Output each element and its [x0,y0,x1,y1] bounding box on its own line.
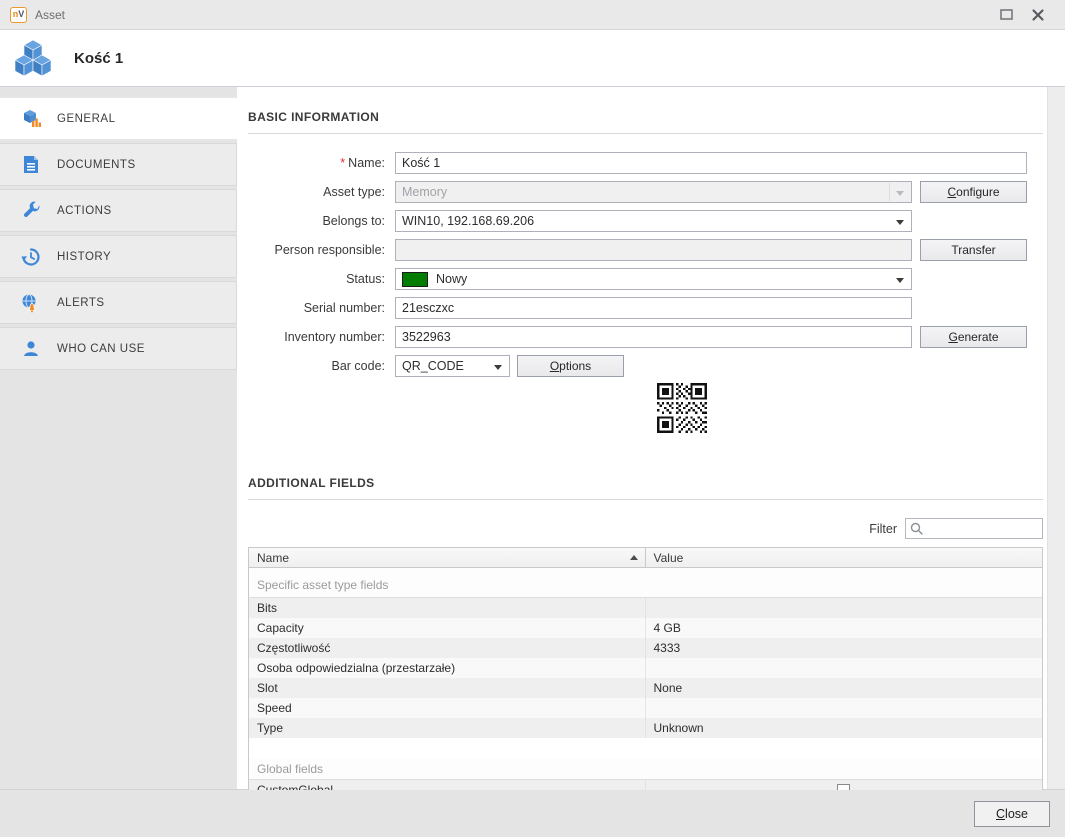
inventory-number-input[interactable] [395,326,912,348]
tab-documents[interactable]: DOCUMENTS [0,143,237,186]
filter-row: Filter [248,518,1043,539]
chevron-down-icon [494,365,502,370]
asset-type-row: Asset type: Memory Configure [248,181,1043,203]
additional-fields-title: ADDITIONAL FIELDS [248,476,1043,490]
page-title: Kość 1 [74,50,123,67]
column-header-value[interactable]: Value [646,548,1043,567]
tab-history[interactable]: HISTORY [0,235,237,278]
bar-code-label: Bar code: [248,359,385,373]
bar-code-row: Bar code: QR_CODE Options [248,355,1043,377]
asset-header: Kość 1 [0,30,1065,87]
table-row[interactable]: Capacity 4 GB [249,618,1042,638]
belongs-to-label: Belongs to: [248,214,385,228]
person-responsible-row: Person responsible: Transfer [248,239,1043,261]
belongs-to-combo[interactable]: WIN10, 192.168.69.206 [395,210,912,232]
section-divider [248,499,1043,500]
asset-window: nV Asset [0,0,1065,837]
cube-chart-icon [21,109,41,129]
chevron-down-icon [896,278,904,283]
options-button[interactable]: Options [517,355,624,377]
close-window-button[interactable] [1025,4,1051,26]
nvision-logo-icon: nV [10,7,27,23]
asset-type-label: Asset type: [248,185,385,199]
titlebar: nV Asset [0,0,1065,30]
vertical-scrollbar[interactable] [1047,87,1065,789]
maximize-button[interactable] [993,4,1019,26]
belongs-to-row: Belongs to: WIN10, 192.168.69.206 [248,210,1043,232]
required-mark: * [340,156,345,170]
tab-actions-label: ACTIONS [57,205,112,217]
name-input[interactable] [395,152,1027,174]
status-combo[interactable]: Nowy [395,268,912,290]
tab-actions[interactable]: ACTIONS [0,189,237,232]
tab-alerts-label: ALERTS [57,297,105,309]
qr-code-row [657,383,1043,433]
inventory-number-row: Inventory number: Generate [248,326,1043,348]
table-row[interactable]: Type Unknown [249,718,1042,738]
tab-alerts[interactable]: ALERTS [0,281,237,324]
bar-code-combo[interactable]: QR_CODE [395,355,510,377]
chevron-down-icon [896,220,904,225]
generate-button[interactable]: Generate [920,326,1027,348]
general-panel: BASIC INFORMATION *Name: Asset type: Mem… [237,87,1047,789]
history-icon [21,247,41,267]
section-divider [248,133,1043,134]
table-row[interactable]: Slot None [249,678,1042,698]
tab-who-can-use-label: WHO CAN USE [57,343,145,355]
status-label: Status: [248,272,385,286]
basic-information-title: BASIC INFORMATION [248,110,1043,124]
table-row[interactable]: Częstotliwość 4333 [249,638,1042,658]
additional-fields-table: Name Value Specific asset type fields Bi… [248,547,1043,801]
close-icon [1032,9,1044,21]
maximize-icon [1000,9,1013,20]
table-header: Name Value [249,548,1042,568]
sidebar: GENERAL DOCUMENTS [0,87,237,789]
tab-general[interactable]: GENERAL [0,97,237,140]
tab-history-label: HISTORY [57,251,111,263]
group-row-specific: Specific asset type fields [249,568,1042,598]
chevron-down-icon [896,191,904,196]
person-icon [21,339,41,359]
window-title: Asset [35,8,65,22]
footer-bar: Close [0,790,1065,837]
group-row-global: Global fields [249,758,1042,780]
asset-cubes-icon [14,39,52,77]
inventory-number-label: Inventory number: [248,330,385,344]
wrench-icon [21,201,41,221]
table-row[interactable]: Speed [249,698,1042,718]
table-spacer [249,738,1042,758]
tab-who-can-use[interactable]: WHO CAN USE [0,327,237,370]
filter-label: Filter [869,522,897,536]
name-label: *Name: [248,156,385,170]
status-row: Status: Nowy [248,268,1043,290]
asset-type-combo: Memory [395,181,912,203]
close-button[interactable]: Close [974,801,1050,827]
serial-number-input[interactable] [395,297,912,319]
serial-number-row: Serial number: [248,297,1043,319]
filter-input[interactable] [905,518,1043,539]
transfer-button[interactable]: Transfer [920,239,1027,261]
status-color-swatch [402,272,428,287]
tab-general-label: GENERAL [57,113,115,125]
person-responsible-label: Person responsible: [248,243,385,257]
table-row[interactable]: Bits [249,598,1042,618]
column-header-name[interactable]: Name [249,548,646,567]
serial-number-label: Serial number: [248,301,385,315]
table-row[interactable]: Osoba odpowiedzialna (przestarzałe) [249,658,1042,678]
name-row: *Name: [248,152,1043,174]
sort-ascending-icon [630,555,638,560]
globe-bell-icon [21,293,41,313]
configure-button[interactable]: Configure [920,181,1027,203]
tab-documents-label: DOCUMENTS [57,159,136,171]
qr-code-image [657,383,707,433]
search-icon [910,522,923,535]
person-responsible-input [395,239,912,261]
document-icon [21,155,41,175]
